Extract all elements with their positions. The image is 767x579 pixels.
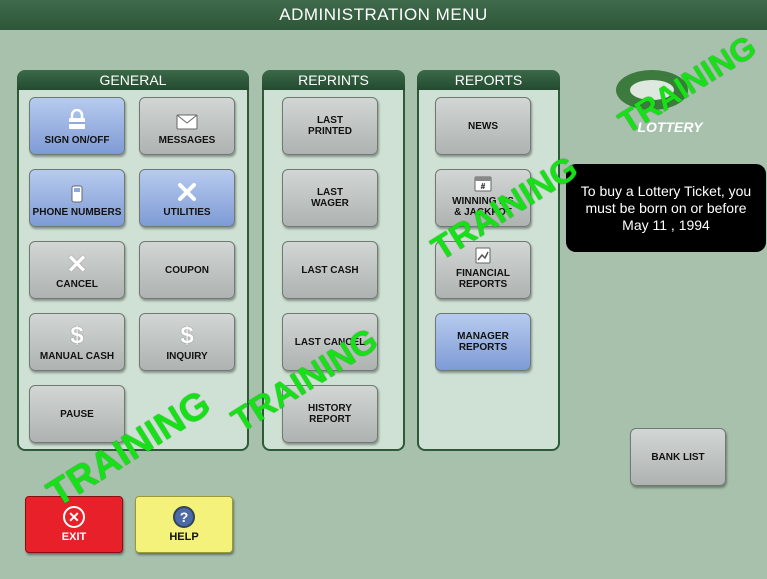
- last-wager-label: LAST WAGER: [311, 187, 349, 209]
- last-cancel-button[interactable]: LAST CANCEL: [282, 313, 378, 371]
- pause-button[interactable]: PAUSE: [29, 385, 125, 443]
- title-bar: ADMINISTRATION MENU: [0, 0, 767, 30]
- utilities-button[interactable]: UTILITIES: [139, 169, 235, 227]
- dollar-icon: $: [180, 322, 194, 349]
- financial-reports-button[interactable]: FINANCIAL REPORTS: [435, 241, 531, 299]
- tools-icon: [176, 181, 198, 203]
- age-notice: To buy a Lottery Ticket, you must be bor…: [566, 164, 766, 252]
- messages-button[interactable]: MESSAGES: [139, 97, 235, 155]
- dollar-icon: $: [70, 322, 84, 349]
- history-report-label: HISTORY REPORT: [308, 403, 352, 425]
- manual-cash-label: MANUAL CASH: [39, 351, 115, 362]
- question-icon: ?: [173, 506, 195, 528]
- sign-on-off-label: SIGN ON/OFF: [44, 135, 110, 146]
- last-printed-button[interactable]: LAST PRINTED: [282, 97, 378, 155]
- inquiry-button[interactable]: $ INQUIRY: [139, 313, 235, 371]
- exit-button[interactable]: ✕ EXIT: [25, 496, 123, 553]
- utilities-label: UTILITIES: [163, 207, 211, 218]
- exit-label: EXIT: [61, 531, 87, 543]
- news-button[interactable]: NEWS: [435, 97, 531, 155]
- winning-jackpot-button[interactable]: # WINNING #'S & JACKPOT: [435, 169, 531, 227]
- help-button[interactable]: ? HELP: [135, 496, 233, 553]
- cancel-button[interactable]: ✕ CANCEL: [29, 241, 125, 299]
- age-notice-text: To buy a Lottery Ticket, you must be bor…: [580, 182, 752, 233]
- last-cancel-label: LAST CANCEL: [294, 336, 366, 348]
- x-icon: ✕: [66, 249, 88, 279]
- lock-icon: [67, 109, 87, 131]
- last-cash-button[interactable]: LAST CASH: [282, 241, 378, 299]
- reprints-panel-title: REPRINTS: [262, 70, 405, 90]
- coupon-button[interactable]: COUPON: [139, 241, 235, 299]
- bank-list-button[interactable]: BANK LIST: [630, 428, 726, 486]
- manager-reports-label: MANAGER REPORTS: [457, 331, 509, 353]
- envelope-icon: [176, 113, 198, 131]
- bank-list-label: BANK LIST: [651, 451, 705, 463]
- news-label: NEWS: [468, 120, 498, 132]
- report-icon: [474, 246, 492, 264]
- manual-cash-button[interactable]: $ MANUAL CASH: [29, 313, 125, 371]
- coupon-label: COUPON: [165, 264, 209, 276]
- inquiry-label: INQUIRY: [166, 351, 208, 362]
- cancel-label: CANCEL: [56, 279, 98, 290]
- financial-reports-label: FINANCIAL REPORTS: [456, 268, 510, 290]
- reports-panel-title: REPORTS: [417, 70, 560, 90]
- general-panel-title: GENERAL: [17, 70, 249, 90]
- phone-icon: [70, 185, 84, 203]
- pause-label: PAUSE: [60, 408, 94, 420]
- winning-jackpot-label: WINNING #'S & JACKPOT: [452, 196, 514, 218]
- last-printed-label: LAST PRINTED: [308, 115, 352, 137]
- close-icon: ✕: [63, 506, 85, 528]
- phone-numbers-label: PHONE NUMBERS: [32, 207, 122, 218]
- messages-label: MESSAGES: [158, 135, 216, 146]
- lottery-logo: LOTTERY: [612, 66, 722, 136]
- logo-text: LOTTERY: [637, 119, 704, 135]
- history-report-button[interactable]: HISTORY REPORT: [282, 385, 378, 443]
- phone-numbers-button[interactable]: PHONE NUMBERS: [29, 169, 125, 227]
- last-cash-label: LAST CASH: [301, 264, 359, 276]
- sign-on-off-button[interactable]: SIGN ON/OFF: [29, 97, 125, 155]
- last-wager-button[interactable]: LAST WAGER: [282, 169, 378, 227]
- help-label: HELP: [169, 531, 199, 543]
- calendar-icon: #: [474, 174, 492, 192]
- page-title: ADMINISTRATION MENU: [279, 5, 488, 24]
- manager-reports-button[interactable]: MANAGER REPORTS: [435, 313, 531, 371]
- svg-text:#: #: [481, 182, 486, 191]
